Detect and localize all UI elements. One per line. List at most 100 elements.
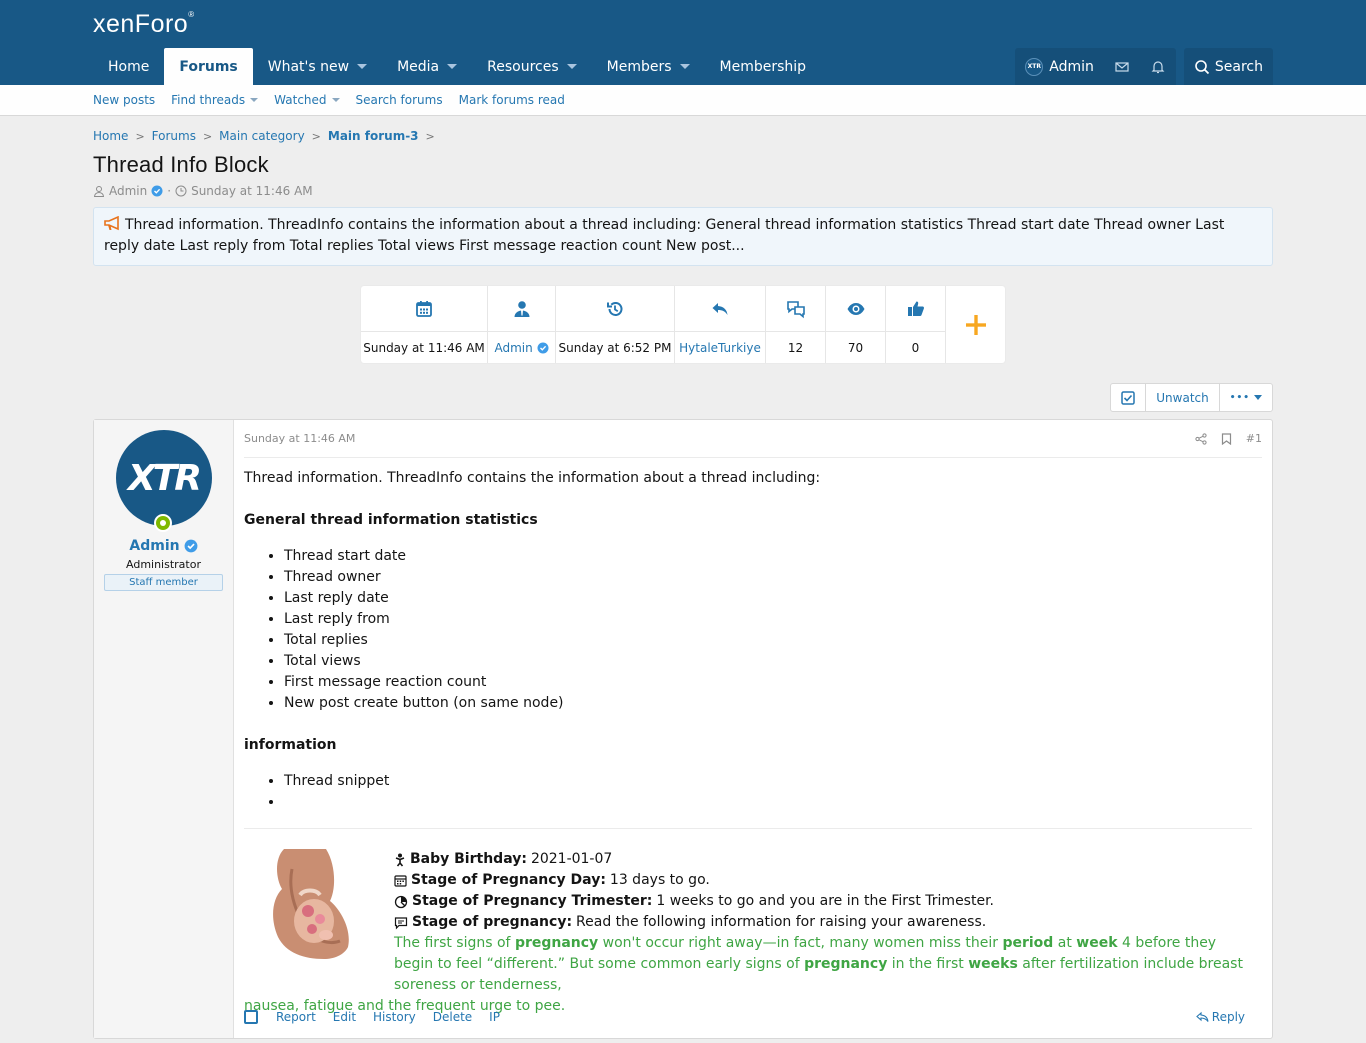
ip-link[interactable]: IP: [489, 1010, 500, 1024]
account-menu[interactable]: XTR Admin: [1015, 48, 1104, 85]
baby-icon: [395, 853, 405, 867]
sub-nav: New posts Find threads Watched Search fo…: [0, 85, 1366, 116]
thread-author-link[interactable]: Admin: [109, 184, 147, 198]
breadcrumb-home[interactable]: Home: [93, 129, 128, 143]
comments-icon: [786, 300, 805, 318]
report-link[interactable]: Report: [276, 1010, 316, 1024]
stat-start-date-value: Sunday at 11:46 AM: [363, 340, 485, 355]
thread-actions: Unwatch •••: [93, 383, 1273, 412]
inbox-button[interactable]: [1104, 48, 1140, 85]
nav-tab-whats-new[interactable]: What's new: [253, 48, 382, 85]
meta-separator: ·: [167, 184, 172, 198]
chevron-down-icon[interactable]: [250, 98, 259, 102]
list-item: Last reply from: [284, 609, 1262, 630]
stat-last-reply-from-link[interactable]: HytaleTurkiye: [675, 332, 765, 363]
new-posts-link[interactable]: New posts: [93, 93, 155, 107]
delete-link[interactable]: Delete: [433, 1010, 472, 1024]
reply-icon: [1195, 1011, 1209, 1022]
chevron-down-icon[interactable]: [566, 64, 577, 69]
bookmark-icon[interactable]: [1221, 432, 1232, 445]
chevron-down-icon: [1254, 395, 1262, 400]
post-heading: General thread information statistics: [244, 512, 538, 528]
stat-views-value: 70: [847, 340, 864, 355]
user-tie-icon: [514, 300, 529, 317]
nav-tab-resources[interactable]: Resources: [472, 48, 592, 85]
unwatch-button[interactable]: Unwatch: [1146, 384, 1220, 411]
edit-link[interactable]: Edit: [333, 1010, 356, 1024]
chevron-down-icon[interactable]: [357, 64, 368, 69]
sig-pregnancy-day: Stage of Pregnancy Day: 13 days to go.: [394, 870, 1252, 891]
stat-views: 70: [826, 286, 886, 363]
stat-owner: Admin: [488, 286, 556, 363]
select-toggle-button[interactable]: [1111, 384, 1147, 411]
select-post-checkbox[interactable]: [244, 1010, 258, 1024]
stat-start-date: Sunday at 11:46 AM: [361, 286, 488, 363]
post-header: Sunday at 11:46 AM #1: [244, 420, 1262, 458]
breadcrumb-category[interactable]: Main category: [219, 129, 305, 143]
bell-icon: [1151, 60, 1165, 73]
find-threads-link[interactable]: Find threads: [171, 93, 259, 107]
reply-icon: [712, 302, 728, 315]
stat-replies-value: 12: [787, 340, 804, 355]
new-post-button[interactable]: [946, 286, 1005, 363]
calendar-icon: [394, 875, 407, 887]
sig-stage: Stage of pregnancy: Read the following in…: [394, 912, 1252, 933]
stat-last-reply-date: Sunday at 6:52 PM: [556, 286, 675, 363]
thread-date[interactable]: Sunday at 11:46 AM: [191, 184, 313, 198]
chevron-down-icon[interactable]: [679, 64, 690, 69]
calendar-icon: [416, 300, 432, 317]
nav-tab-home[interactable]: Home: [93, 48, 164, 85]
breadcrumb-forums[interactable]: Forums: [152, 129, 196, 143]
nav-tab-media[interactable]: Media: [382, 48, 472, 85]
stats-list: Thread start date Thread owner Last repl…: [284, 546, 1262, 714]
nav-tab-membership[interactable]: Membership: [705, 48, 822, 85]
watched-link[interactable]: Watched: [274, 93, 340, 107]
post-date[interactable]: Sunday at 11:46 AM: [244, 432, 355, 445]
list-item: New post create button (on same node): [284, 693, 1262, 714]
nav-tab-forums[interactable]: Forums: [164, 48, 253, 85]
share-icon[interactable]: [1195, 432, 1207, 445]
thread-info-notice: Thread information. ThreadInfo contains …: [93, 207, 1273, 266]
clock-icon: [175, 185, 187, 197]
list-item: Thread start date: [284, 546, 1262, 567]
post-content: Thread information. ThreadInfo contains …: [244, 458, 1262, 813]
stat-last-reply-date-value: Sunday at 6:52 PM: [558, 340, 672, 355]
breadcrumb-forum[interactable]: Main forum-3: [328, 129, 419, 143]
sig-trimester: Stage of Pregnancy Trimester: 1 weeks to …: [394, 891, 1252, 912]
site-logo[interactable]: xenForo®: [93, 10, 195, 39]
alerts-button[interactable]: [1140, 48, 1176, 85]
megaphone-icon: [104, 216, 119, 231]
history-link[interactable]: History: [373, 1010, 416, 1024]
search-forums-link[interactable]: Search forums: [356, 93, 443, 107]
list-item: Thread snippet: [284, 771, 1262, 792]
sig-description: The first signs of pregnancy won't occur…: [394, 935, 1243, 993]
history-icon: [607, 301, 623, 316]
mark-forums-read-link[interactable]: Mark forums read: [459, 93, 565, 107]
notice-text: Thread information. ThreadInfo contains …: [104, 217, 1225, 254]
post-intro: Thread information. ThreadInfo contains …: [244, 470, 821, 486]
post-footer: Report Edit History Delete IP Reply: [244, 1010, 1262, 1024]
post-number[interactable]: #1: [1246, 432, 1262, 445]
nav-tab-members[interactable]: Members: [592, 48, 705, 85]
post-user-panel: XTR Admin Administrator Staff member: [94, 420, 234, 1038]
avatar[interactable]: XTR: [115, 430, 212, 532]
user-nav: XTR Admin Search: [1015, 48, 1273, 85]
verified-badge-icon: [151, 185, 163, 197]
thread-action-group: Unwatch •••: [1110, 383, 1273, 412]
page-title: Thread Info Block: [93, 152, 269, 177]
plus-icon[interactable]: [946, 286, 1005, 363]
chevron-down-icon[interactable]: [447, 64, 458, 69]
post-username[interactable]: Admin: [129, 538, 198, 554]
more-options-button[interactable]: •••: [1220, 384, 1272, 411]
reply-button[interactable]: Reply: [1195, 1010, 1245, 1024]
account-label: Admin: [1049, 58, 1094, 75]
stat-reactions-value: 0: [911, 340, 920, 355]
eye-icon: [847, 302, 864, 315]
main-content: Home > Forums > Main category > Main for…: [0, 129, 1366, 1039]
search-button[interactable]: Search: [1184, 48, 1273, 85]
stat-owner-link[interactable]: Admin: [488, 332, 555, 363]
stat-last-reply-from: HytaleTurkiye: [675, 286, 766, 363]
signature: Baby Birthday: 2021-01-07 Stage of Pregna…: [244, 828, 1252, 1017]
chevron-down-icon[interactable]: [331, 98, 340, 102]
sig-birthday: Baby Birthday: 2021-01-07: [394, 849, 1252, 870]
